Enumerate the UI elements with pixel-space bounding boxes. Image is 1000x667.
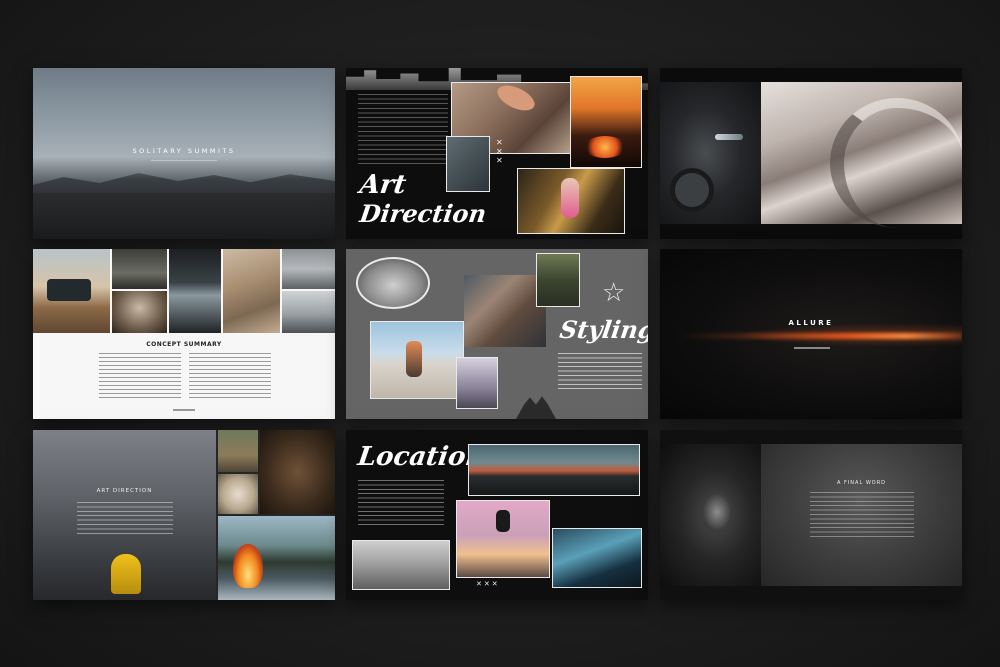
hand-photo bbox=[446, 136, 490, 192]
night-building-photo bbox=[552, 528, 642, 588]
portrait-woman-photo bbox=[536, 253, 580, 307]
road-image bbox=[33, 193, 335, 239]
ocean-cliff-photo bbox=[282, 291, 335, 333]
forest-road-photo bbox=[112, 249, 167, 289]
yellow-raincoat-figure bbox=[111, 554, 141, 594]
desert-rocks-photo bbox=[223, 249, 280, 333]
slide-concept-summary[interactable]: CONCEPT SUMMARY bbox=[33, 249, 335, 419]
allure-title: ALLURE bbox=[788, 319, 834, 327]
styling-body-text bbox=[558, 353, 642, 389]
face-highlight bbox=[700, 490, 734, 534]
slide-final-word[interactable]: A FINAL WORD bbox=[660, 430, 962, 600]
fire-glow bbox=[584, 136, 626, 158]
palm-silhouette bbox=[516, 396, 556, 419]
styling-title: Styling bbox=[557, 315, 648, 344]
locations-body-text bbox=[358, 480, 444, 526]
slide-styling[interactable]: ☆ Styling bbox=[346, 249, 648, 419]
x-marks-icon: ✕✕✕ bbox=[496, 138, 503, 165]
intro-text bbox=[358, 94, 448, 164]
tattoo-arm-photo bbox=[464, 275, 546, 347]
skater-on-board bbox=[406, 341, 422, 377]
city-horizon-photo bbox=[468, 444, 640, 496]
jeep-shape bbox=[47, 279, 91, 301]
silhouette-doorway-photo bbox=[169, 249, 221, 333]
sneaker-circle-photo bbox=[356, 257, 430, 309]
campfire-flame bbox=[233, 544, 263, 588]
section-heading: CONCEPT SUMMARY bbox=[146, 341, 222, 348]
abstract-curve bbox=[830, 98, 962, 228]
subtitle-rule bbox=[151, 160, 217, 161]
body-text-left bbox=[99, 353, 181, 399]
slide-art-direction[interactable]: ✕ ✕ ✕ Art Direction bbox=[346, 68, 648, 239]
skater-figure bbox=[561, 178, 579, 218]
slide-locations[interactable]: Locations ✕✕✕ bbox=[346, 430, 648, 600]
art-direction-heading: ART DIRECTION bbox=[96, 488, 153, 494]
lake-mist-photo bbox=[282, 249, 335, 289]
title-art: Art bbox=[357, 170, 408, 200]
slide-art-direction-misty[interactable]: ART DIRECTION bbox=[33, 430, 335, 600]
allure-subtitle-mark bbox=[794, 347, 830, 349]
body-text-right bbox=[189, 353, 271, 399]
car-headlight bbox=[715, 134, 743, 140]
slide-solitary-summits[interactable]: SOLITARY SUMMITS bbox=[33, 68, 335, 239]
tent-person-photo bbox=[112, 291, 167, 333]
hat-photo bbox=[218, 474, 258, 514]
model-portrait-photo bbox=[456, 357, 498, 409]
final-word-body bbox=[810, 492, 914, 540]
slide-allure[interactable]: ALLURE bbox=[660, 249, 962, 419]
jumping-skater-figure bbox=[496, 510, 510, 532]
leather-items-photo bbox=[260, 430, 335, 514]
slide-title: SOLITARY SUMMITS bbox=[132, 147, 236, 155]
canyon-jeep-photo bbox=[218, 430, 258, 472]
final-word-heading: A FINAL WORD bbox=[836, 480, 887, 486]
art-direction-body bbox=[77, 502, 173, 536]
car-wheel bbox=[670, 168, 714, 212]
slide-car-abstract[interactable] bbox=[660, 68, 962, 239]
star-outline-icon: ☆ bbox=[602, 277, 626, 307]
skateboarder-ground-photo bbox=[352, 540, 450, 590]
title-direction: Direction bbox=[357, 199, 489, 228]
x-marks-icon: ✕✕✕ bbox=[476, 580, 500, 588]
page-footer-mark bbox=[173, 409, 195, 411]
